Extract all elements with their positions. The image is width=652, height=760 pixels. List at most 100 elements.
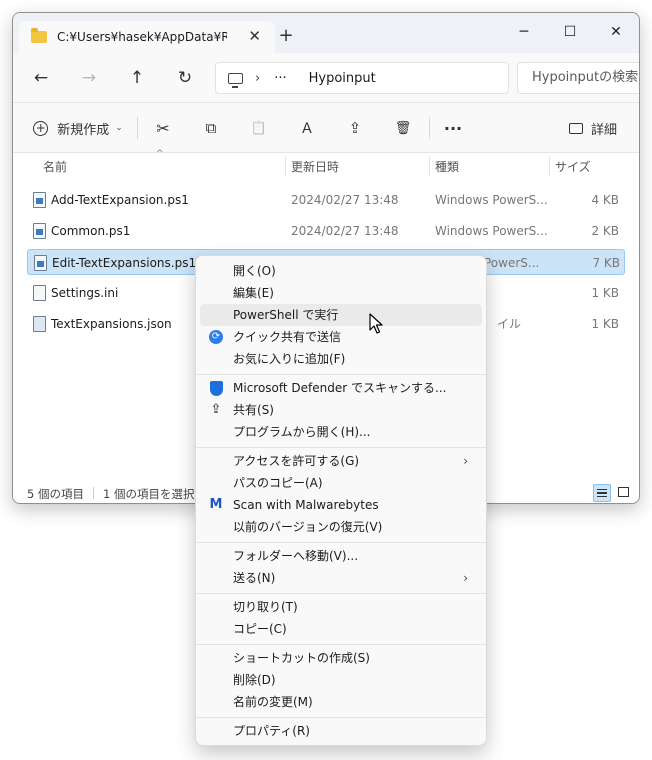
menu-item-move-to-folder[interactable]: フォルダーへ移動(V)... <box>200 545 482 567</box>
menu-item-send-to[interactable]: 送る(N) › <box>200 567 482 589</box>
menu-item-defender-scan[interactable]: Microsoft Defender でスキャンする... <box>200 377 482 399</box>
menu-separator <box>196 717 486 718</box>
menu-item-give-access[interactable]: アクセスを許可する(G) › <box>200 450 482 472</box>
menu-separator <box>196 374 486 375</box>
column-header-size[interactable]: サイズ <box>555 153 591 181</box>
column-header-type[interactable]: 種類 <box>435 153 459 181</box>
menu-item-label: クイック共有で送信 <box>233 330 342 344</box>
breadcrumb-overflow-button[interactable]: ··· <box>274 71 286 86</box>
menu-item-label: 切り取り(T) <box>233 600 298 614</box>
menu-item-open[interactable]: 開く(O) <box>200 260 482 282</box>
copy-icon[interactable]: ⧉ <box>199 117 223 139</box>
details-pane-button[interactable]: 詳細 <box>563 117 623 139</box>
new-tab-button[interactable]: + <box>275 25 297 47</box>
command-bar: + 新規作成 ⌄ ✂ ⧉ 📋 Ａ ⇪ 🗑 ··· 詳細 <box>13 103 639 153</box>
tab-current-folder[interactable]: C:¥Users¥hasek¥AppData¥Roa ✕ <box>19 21 275 53</box>
file-type: Windows PowerS... <box>435 224 547 238</box>
chevron-right-icon: › <box>463 571 468 585</box>
menu-item-copy[interactable]: コピー(C) <box>200 618 482 640</box>
refresh-button[interactable]: ↻ <box>171 65 199 91</box>
menu-item-delete[interactable]: 削除(D) <box>200 669 482 691</box>
menu-item-label: PowerShell で実行 <box>233 308 339 322</box>
rename-icon[interactable]: Ａ <box>295 117 319 139</box>
maximize-button[interactable]: ☐ <box>547 17 593 47</box>
menu-separator <box>196 447 486 448</box>
menu-item-label: Scan with Malwarebytes <box>233 498 379 512</box>
menu-item-properties[interactable]: プロパティ(R) <box>200 720 482 742</box>
menu-item-malwarebytes-scan[interactable]: M Scan with Malwarebytes <box>200 494 482 516</box>
menu-item-run-powershell[interactable]: PowerShell で実行 <box>200 304 482 326</box>
new-button[interactable]: + 新規作成 ⌄ <box>33 117 123 139</box>
toolbar-divider <box>429 117 430 139</box>
menu-item-label: プロパティ(R) <box>233 724 310 738</box>
close-button[interactable]: ✕ <box>593 17 639 47</box>
menu-item-cut[interactable]: 切り取り(T) <box>200 596 482 618</box>
file-type: Windows PowerS... <box>435 193 547 207</box>
defender-shield-icon <box>210 381 223 396</box>
menu-item-quick-share[interactable]: ⟳ クイック共有で送信 <box>200 326 482 348</box>
menu-separator <box>196 644 486 645</box>
menu-item-edit[interactable]: 編集(E) <box>200 282 482 304</box>
address-bar[interactable]: › ··· Hypoinput <box>215 62 509 94</box>
malwarebytes-icon: M <box>209 497 223 512</box>
menu-item-label: お気に入りに追加(F) <box>233 352 346 366</box>
menu-item-label: 送る(N) <box>233 571 276 585</box>
minimize-button[interactable]: ─ <box>501 17 547 47</box>
tab-close-icon[interactable]: ✕ <box>248 27 261 45</box>
menu-item-label: 以前のバージョンの復元(V) <box>233 520 383 534</box>
column-divider[interactable] <box>285 157 286 177</box>
powershell-file-icon <box>33 192 46 208</box>
menu-item-label: ショートカットの作成(S) <box>233 651 370 665</box>
mouse-cursor-icon <box>369 313 383 334</box>
menu-item-share[interactable]: ⇪ 共有(S) <box>200 399 482 421</box>
up-button[interactable]: ↑ <box>123 65 151 91</box>
menu-separator <box>196 593 486 594</box>
share-icon[interactable]: ⇪ <box>343 117 367 139</box>
delete-icon[interactable]: 🗑 <box>391 117 415 139</box>
cut-icon[interactable]: ✂ <box>151 117 175 139</box>
new-button-label: 新規作成 <box>57 122 110 138</box>
breadcrumb-folder[interactable]: Hypoinput <box>309 71 376 86</box>
search-input[interactable]: Hypoinputの検索 <box>517 62 639 94</box>
more-options-icon[interactable]: ··· <box>441 117 465 139</box>
menu-item-label: フォルダーへ移動(V)... <box>233 549 359 563</box>
back-button[interactable]: ← <box>27 65 55 91</box>
paste-icon[interactable]: 📋 <box>247 117 271 139</box>
file-row[interactable]: Common.ps1 2024/02/27 13:48 Windows Powe… <box>27 218 625 244</box>
list-view-icon <box>597 489 607 497</box>
menu-item-label: プログラムから開く(H)... <box>233 425 371 439</box>
details-view-button[interactable] <box>593 484 611 502</box>
column-divider[interactable] <box>549 157 550 177</box>
file-name: Add-TextExpansion.ps1 <box>51 193 189 207</box>
file-date: 2024/02/27 13:48 <box>291 224 399 238</box>
column-divider[interactable] <box>429 157 430 177</box>
menu-item-label: 名前の変更(M) <box>233 695 313 709</box>
menu-item-label: 共有(S) <box>233 403 274 417</box>
title-bar: C:¥Users¥hasek¥AppData¥Roa ✕ + ─ ☐ ✕ <box>13 13 639 53</box>
file-size: 4 KB <box>591 193 619 207</box>
file-row[interactable]: Add-TextExpansion.ps1 2024/02/27 13:48 W… <box>27 187 625 213</box>
file-size: 1 KB <box>591 317 619 331</box>
menu-item-rename[interactable]: 名前の変更(M) <box>200 691 482 713</box>
tiles-view-button[interactable] <box>615 484 633 502</box>
menu-item-label: 削除(D) <box>233 673 276 687</box>
menu-item-open-with[interactable]: プログラムから開く(H)... <box>200 421 482 443</box>
breadcrumb-separator-icon: › <box>255 70 261 86</box>
settings-file-icon <box>33 285 46 301</box>
column-header-name[interactable]: 名前 <box>43 153 67 181</box>
menu-item-label: 開く(O) <box>233 264 276 278</box>
details-pane-icon <box>568 122 583 134</box>
menu-item-create-shortcut[interactable]: ショートカットの作成(S) <box>200 647 482 669</box>
file-name: Common.ps1 <box>51 224 131 238</box>
menu-item-label: パスのコピー(A) <box>233 476 323 490</box>
plus-icon: + <box>33 120 49 136</box>
file-size: 7 KB <box>592 256 620 270</box>
column-header-date[interactable]: 更新日時 <box>291 153 339 181</box>
menu-item-restore-versions[interactable]: 以前のバージョンの復元(V) <box>200 516 482 538</box>
status-divider <box>93 487 94 499</box>
this-pc-icon <box>228 72 243 88</box>
chevron-down-icon: ⌄ <box>115 123 123 133</box>
menu-item-add-favorites[interactable]: お気に入りに追加(F) <box>200 348 482 370</box>
menu-item-copy-path[interactable]: パスのコピー(A) <box>200 472 482 494</box>
forward-button[interactable]: → <box>75 65 103 91</box>
